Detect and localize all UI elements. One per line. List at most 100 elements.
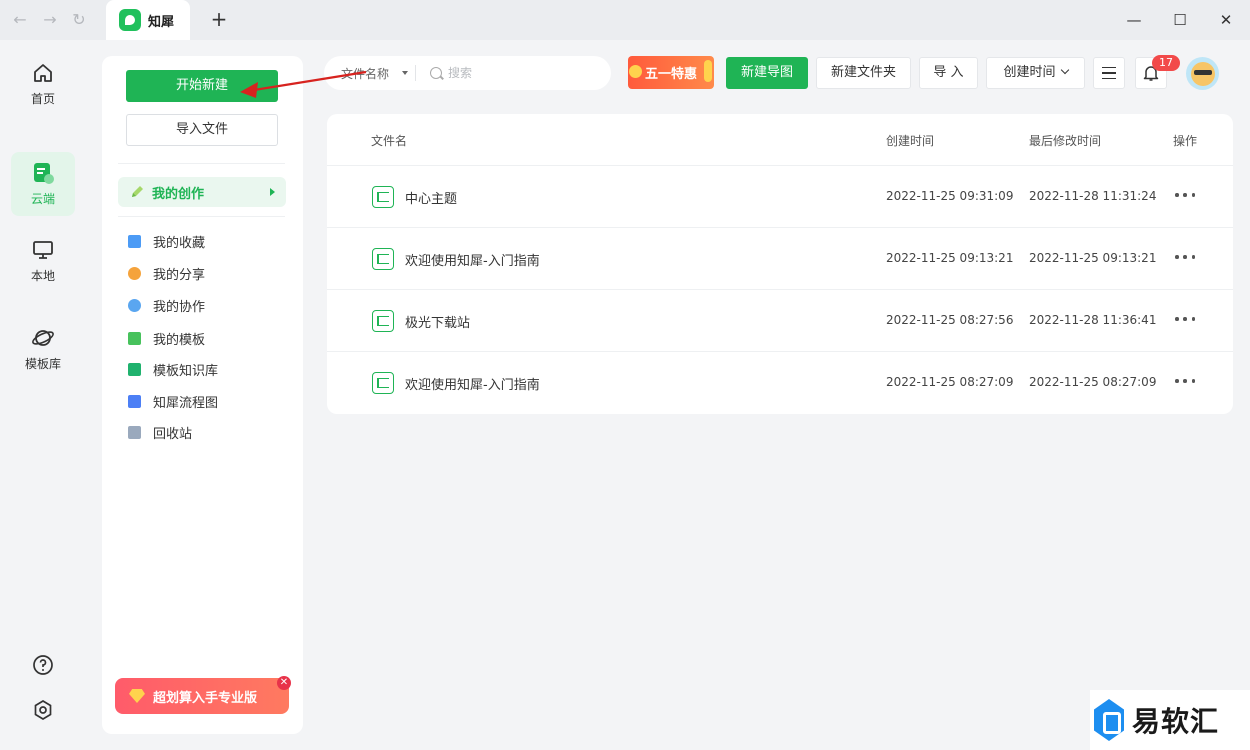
- rail-item-home[interactable]: 首页: [11, 52, 75, 116]
- import-button[interactable]: 导 入: [919, 57, 978, 89]
- modified-time: 2022-11-28 11:31:24: [1029, 189, 1157, 203]
- list-view-menu-icon[interactable]: [1093, 57, 1125, 89]
- rail-item-cloud[interactable]: 云端: [11, 152, 75, 216]
- upgrade-promo-banner[interactable]: 超划算入手专业版 ✕: [115, 676, 291, 714]
- more-options-icon[interactable]: [1175, 188, 1195, 202]
- more-options-icon[interactable]: [1175, 374, 1195, 388]
- caret-right-icon: [270, 188, 275, 196]
- mindmap-file-icon: [372, 248, 394, 270]
- new-folder-button[interactable]: 新建文件夹: [816, 57, 911, 89]
- pencil-icon: [132, 186, 143, 197]
- decoration-icon: [704, 60, 712, 82]
- column-header-modified[interactable]: 最后修改时间: [1029, 132, 1101, 149]
- help-icon[interactable]: [31, 653, 55, 677]
- refresh-icon[interactable]: ↻: [68, 9, 90, 31]
- sidebar-item-label: 我的协作: [153, 299, 206, 315]
- rail-label: 模板库: [24, 357, 61, 371]
- promo-label: 五一特惠: [644, 67, 697, 82]
- watermark-logo-icon: [1094, 699, 1124, 741]
- table-row[interactable]: 极光下载站 2022-11-25 08:27:56 2022-11-28 11:…: [327, 290, 1233, 352]
- diamond-icon: [129, 689, 145, 703]
- sidebar-item-template-knowledge[interactable]: 模板知识库: [128, 359, 218, 379]
- sidebar-item-my-creations[interactable]: 我的创作: [118, 177, 286, 207]
- search-type-select[interactable]: 文件名称: [341, 65, 389, 82]
- divider: [415, 65, 416, 81]
- book-icon: [128, 362, 141, 376]
- file-name[interactable]: 中心主题: [405, 188, 457, 207]
- search-bar: 文件名称: [324, 56, 611, 90]
- start-new-button[interactable]: 开始新建: [126, 70, 278, 102]
- flowchart-icon: [128, 394, 141, 408]
- trash-icon: [128, 425, 141, 439]
- app-logo-icon: [119, 9, 141, 31]
- mindmap-file-icon: [372, 186, 394, 208]
- table-row[interactable]: 中心主题 2022-11-25 09:31:09 2022-11-28 11:3…: [327, 166, 1233, 228]
- home-icon: [31, 61, 55, 85]
- created-time: 2022-11-25 08:27:09: [886, 375, 1014, 389]
- column-header-actions: 操作: [1173, 134, 1198, 148]
- people-icon: [128, 298, 141, 312]
- sidebar-item-label: 知犀流程图: [153, 395, 219, 411]
- list-header: 文件名 创建时间 最后修改时间 操作: [327, 114, 1233, 166]
- monitor-icon: [31, 238, 55, 262]
- left-rail: 首页 云端 本地 模板库: [0, 40, 86, 750]
- column-header-created[interactable]: 创建时间: [886, 132, 934, 149]
- sidebar-item-templates[interactable]: 我的模板: [128, 328, 205, 348]
- app-tab[interactable]: 知犀: [106, 0, 190, 40]
- created-time: 2022-11-25 09:31:09: [886, 189, 1014, 203]
- planet-icon: [31, 326, 55, 350]
- modified-time: 2022-11-25 09:13:21: [1029, 251, 1157, 265]
- template-icon: [128, 331, 141, 345]
- share-icon: [128, 266, 141, 280]
- search-input[interactable]: [448, 64, 588, 82]
- avatar-face-icon: [1190, 61, 1215, 86]
- tab-title: 知犀: [148, 14, 175, 30]
- sidebar-item-label: 模板知识库: [153, 363, 219, 379]
- sort-label: 创建时间: [1003, 65, 1056, 80]
- watermark-text: 易软汇: [1132, 705, 1220, 738]
- watermark: 易软汇: [1090, 690, 1250, 750]
- table-row[interactable]: 欢迎使用知犀-入门指南 2022-11-25 09:13:21 2022-11-…: [327, 228, 1233, 290]
- file-name[interactable]: 极光下载站: [405, 312, 470, 331]
- close-icon[interactable]: ✕: [1214, 8, 1238, 32]
- file-name[interactable]: 欢迎使用知犀-入门指南: [405, 250, 540, 269]
- mindmap-file-icon: [372, 310, 394, 332]
- new-tab-plus-icon[interactable]: +: [207, 7, 231, 31]
- folder-star-icon: [128, 234, 141, 248]
- column-header-name[interactable]: 文件名: [371, 132, 407, 149]
- minimize-icon[interactable]: —: [1122, 8, 1146, 32]
- avatar[interactable]: [1186, 57, 1219, 90]
- forward-arrow-icon[interactable]: →: [39, 9, 61, 31]
- chevron-down-icon: [1060, 65, 1069, 75]
- created-time: 2022-11-25 08:27:56: [886, 313, 1014, 327]
- sidebar-item-trash[interactable]: 回收站: [128, 422, 192, 442]
- rail-item-templates[interactable]: 模板库: [11, 317, 75, 381]
- modified-time: 2022-11-28 11:36:41: [1029, 313, 1157, 327]
- sidebar-item-shares[interactable]: 我的分享: [128, 263, 205, 283]
- notification-count-badge: 17: [1152, 55, 1180, 71]
- sidebar-item-favorites[interactable]: 我的收藏: [128, 231, 205, 251]
- promo-label: 超划算入手专业版: [153, 690, 258, 706]
- new-mindmap-button[interactable]: 新建导图: [726, 57, 808, 89]
- maximize-icon[interactable]: ☐: [1168, 8, 1192, 32]
- holiday-promo-banner[interactable]: 五一特惠: [628, 56, 714, 89]
- rail-label: 首页: [30, 92, 55, 106]
- promo-close-icon[interactable]: ✕: [277, 676, 291, 690]
- import-file-button[interactable]: 导入文件: [126, 114, 278, 146]
- divider: [118, 216, 285, 217]
- rail-item-local[interactable]: 本地: [11, 229, 75, 293]
- sidebar-item-collaboration[interactable]: 我的协作: [128, 295, 205, 315]
- sort-dropdown[interactable]: 创建时间: [986, 57, 1085, 89]
- more-options-icon[interactable]: [1175, 250, 1195, 264]
- rail-label: 本地: [30, 269, 55, 283]
- file-name[interactable]: 欢迎使用知犀-入门指南: [405, 374, 540, 393]
- more-options-icon[interactable]: [1175, 312, 1195, 326]
- divider: [118, 163, 285, 164]
- search-icon: [430, 67, 442, 79]
- back-arrow-icon[interactable]: ←: [9, 9, 31, 31]
- settings-icon[interactable]: [31, 698, 55, 722]
- mindmap-file-icon: [372, 372, 394, 394]
- sidebar-item-label: 我的模板: [153, 332, 206, 348]
- sidebar-item-flowchart[interactable]: 知犀流程图: [128, 391, 218, 411]
- table-row[interactable]: 欢迎使用知犀-入门指南 2022-11-25 08:27:09 2022-11-…: [327, 352, 1233, 414]
